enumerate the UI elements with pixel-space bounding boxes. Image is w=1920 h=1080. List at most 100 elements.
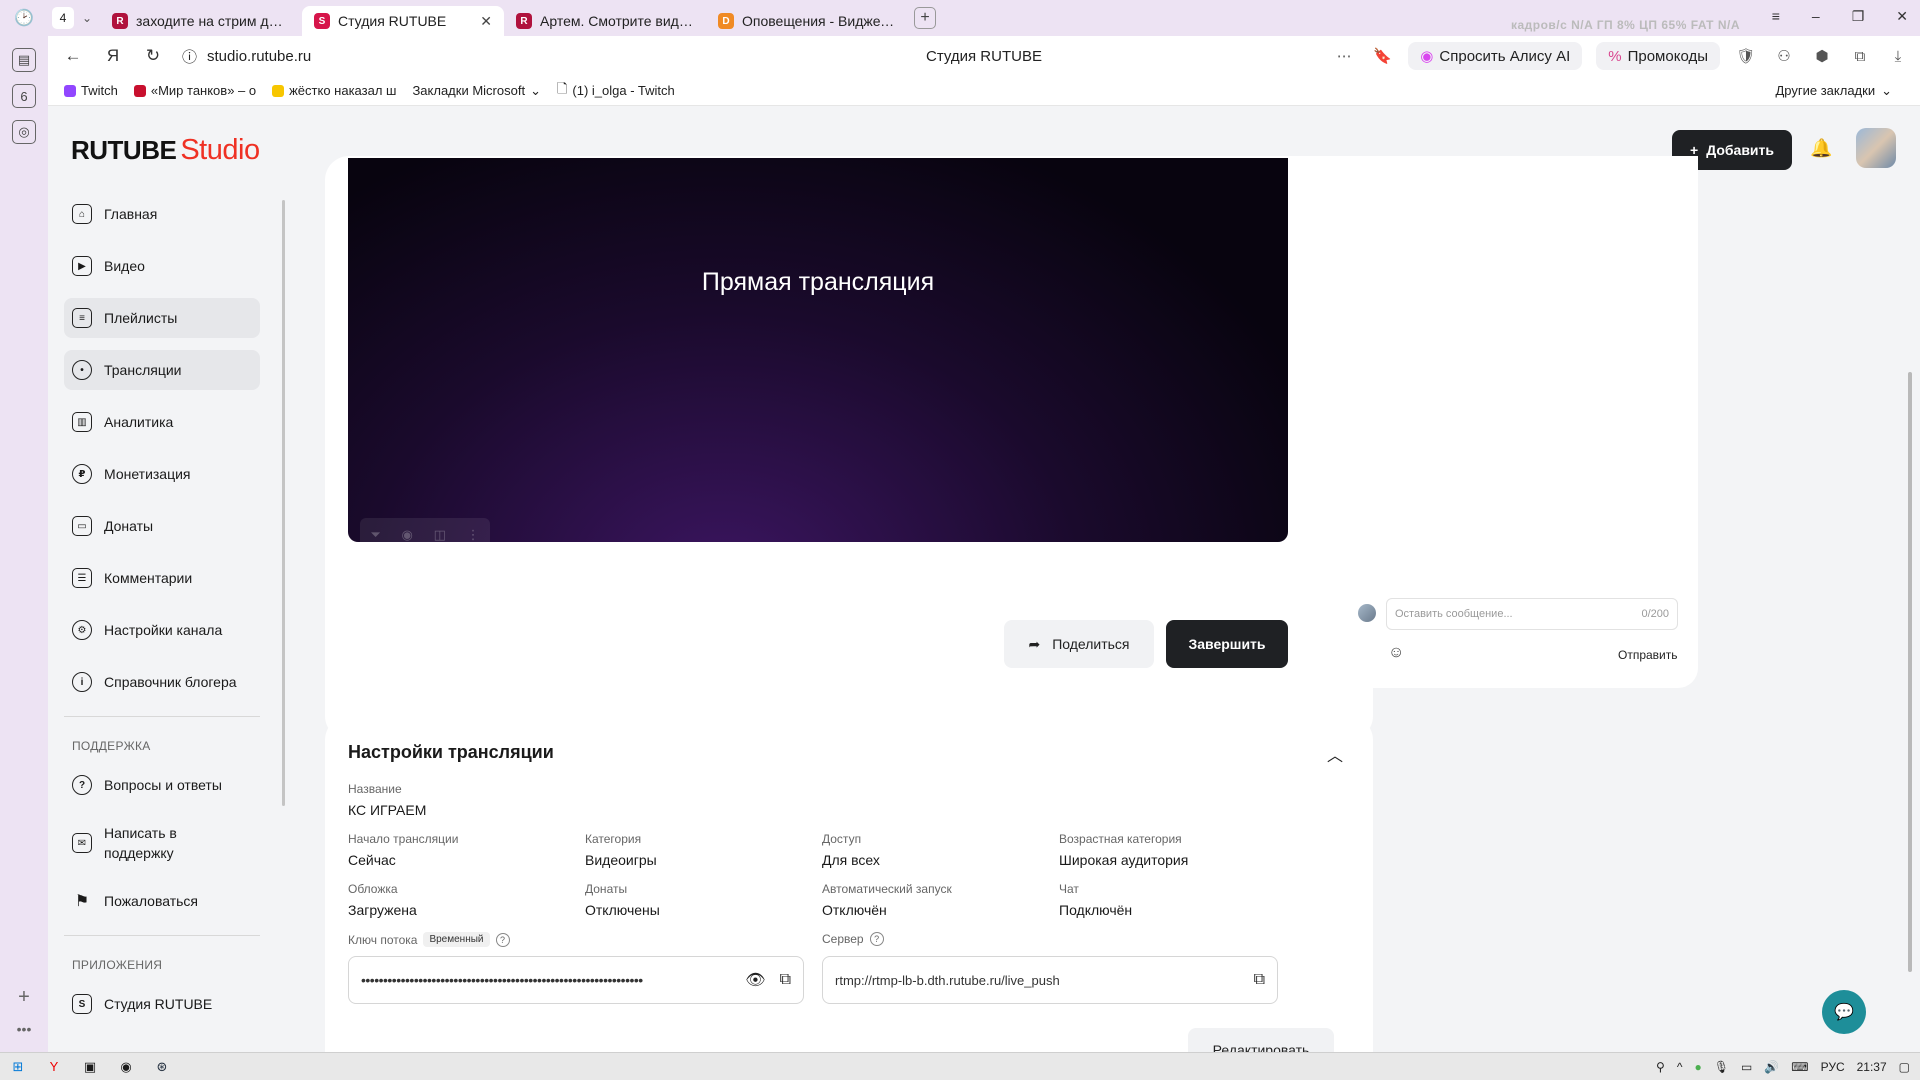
- avatar[interactable]: [1856, 128, 1896, 168]
- back-icon[interactable]: ←: [58, 46, 88, 66]
- bookmark-item[interactable]: жёстко наказал ш: [272, 83, 396, 98]
- sidebar-item-comments[interactable]: ☰ Комментарии: [64, 558, 260, 598]
- shield-icon[interactable]: 🛡: [1734, 47, 1758, 65]
- mic-icon[interactable]: 🎙: [1714, 1060, 1729, 1074]
- bookmark-item[interactable]: «Мир танков» – о: [133, 83, 256, 98]
- bell-icon[interactable]: 🔔: [1810, 138, 1832, 159]
- chat-send-button[interactable]: Отправить: [1618, 648, 1678, 662]
- browser-side-rail: ▤ 6 ◎ + •••: [0, 36, 48, 1052]
- yandex-browser-icon[interactable]: Y: [36, 1059, 72, 1074]
- rutube-studio-logo[interactable]: RUTUBE Studio: [71, 134, 260, 167]
- network-icon[interactable]: ▭: [1741, 1060, 1752, 1074]
- sidebar-item-streams[interactable]: • Трансляции: [64, 350, 260, 390]
- minimize-icon[interactable]: –: [1812, 8, 1820, 25]
- other-bookmarks[interactable]: Другие закладки ⌄: [1775, 83, 1892, 99]
- copy-icon[interactable]: ⧉: [1254, 971, 1265, 989]
- mail-icon: ✉: [72, 833, 92, 853]
- help-icon[interactable]: ?: [869, 932, 884, 946]
- collections-toolbar-icon[interactable]: ⧉: [1848, 48, 1872, 65]
- language-indicator[interactable]: РУС: [1821, 1060, 1845, 1074]
- new-tab-plus-icon[interactable]: +: [914, 7, 936, 29]
- download-icon[interactable]: ⤓: [1886, 48, 1910, 65]
- screenshot-icon[interactable]: ◎: [12, 120, 36, 144]
- sidebar-item-channel-settings[interactable]: ⚙ Настройки канала: [64, 610, 260, 650]
- keyboard-icon[interactable]: ⌨: [1791, 1060, 1808, 1074]
- chat-message-input[interactable]: Оставить сообщение... 0/200: [1386, 598, 1678, 630]
- sidebar-item-donates[interactable]: ▭ Донаты: [64, 506, 260, 546]
- sidebar-item-analytics[interactable]: ▥ Аналитика: [64, 402, 260, 442]
- edit-button[interactable]: Редактировать: [1188, 1028, 1334, 1052]
- more-dots-icon[interactable]: ⋯: [1332, 47, 1356, 65]
- field-value: КС ИГРАЕМ: [348, 802, 427, 818]
- browser-tab[interactable]: R Артем. Смотрите видео о: [504, 6, 706, 36]
- page-scrollbar[interactable]: [1908, 372, 1912, 972]
- close-icon[interactable]: ✕: [480, 13, 492, 30]
- chevron-up-icon[interactable]: ^: [1677, 1060, 1683, 1074]
- chat-card: Оставить сообщение... 0/200 ☺ Отправить: [1336, 156, 1698, 688]
- sidebar-item-monetization[interactable]: ₽ Монетизация: [64, 454, 260, 494]
- chevron-up-icon[interactable]: ︿: [1327, 742, 1343, 766]
- chat-support-fab[interactable]: 💬: [1822, 990, 1866, 1034]
- help-icon[interactable]: ?: [495, 932, 510, 947]
- collections-icon[interactable]: ▤: [12, 48, 36, 72]
- sidebar-item-playlists[interactable]: ≡ Плейлисты: [64, 298, 260, 338]
- sidebar-item-handbook[interactable]: i Справочник блогера: [64, 662, 260, 702]
- more-icon[interactable]: •••: [17, 1021, 32, 1037]
- window-controls: ≡ – ❐ ✕: [1772, 8, 1908, 25]
- camera-icon[interactable]: ◫: [434, 527, 446, 543]
- tray-app-icon[interactable]: ●: [1694, 1060, 1701, 1074]
- reload-icon[interactable]: ↻: [138, 46, 168, 66]
- bookmark-icon[interactable]: 🔖: [1370, 47, 1394, 65]
- history-icon[interactable]: 🕑: [0, 8, 48, 28]
- promocodes-label: Промокоды: [1627, 47, 1708, 65]
- browser-tab[interactable]: R заходите на стрим дота 2: [100, 6, 302, 36]
- yandex-icon[interactable]: Я: [98, 46, 128, 66]
- volume-icon[interactable]: 🔊: [1764, 1060, 1779, 1074]
- more-vertical-icon[interactable]: ⋮: [467, 527, 480, 543]
- notifications-icon[interactable]: ▢: [1899, 1060, 1910, 1074]
- share-button[interactable]: ➦ Поделиться: [1004, 620, 1154, 668]
- emoji-icon[interactable]: ☺: [1388, 644, 1404, 662]
- tab-count-badge[interactable]: 4: [52, 7, 74, 29]
- url-field[interactable]: ⓘ studio.rutube.ru: [182, 46, 311, 67]
- restore-icon[interactable]: ❐: [1852, 8, 1865, 25]
- server-field[interactable]: rtmp://rtmp-lb-b.dth.rutube.ru/live_push…: [822, 956, 1278, 1004]
- tab-title: заходите на стрим дота 2: [136, 13, 290, 29]
- sidebar-item-faq[interactable]: ? Вопросы и ответы: [64, 765, 260, 805]
- filter-icon[interactable]: ⏷: [370, 527, 380, 543]
- browser-tab[interactable]: D Оповещения - Виджеты -: [706, 6, 908, 36]
- app-icon[interactable]: ▣: [72, 1059, 108, 1075]
- share-label: Поделиться: [1052, 636, 1130, 652]
- end-stream-button[interactable]: Завершить: [1166, 620, 1288, 668]
- obs-icon[interactable]: ◉: [108, 1059, 144, 1075]
- steam-icon[interactable]: ⊛: [144, 1059, 180, 1075]
- extension-icon[interactable]: ⚇: [1772, 47, 1796, 65]
- site-info-icon[interactable]: ⓘ: [182, 46, 197, 67]
- bookmark-item[interactable]: Twitch: [64, 83, 118, 98]
- bookmark-folder[interactable]: Закладки Microsoft ⌄: [412, 83, 541, 99]
- clock[interactable]: 21:37: [1857, 1060, 1887, 1074]
- chevron-down-icon[interactable]: ⌄: [74, 11, 100, 25]
- promocodes-button[interactable]: % Промокоды: [1596, 42, 1720, 70]
- sidebar-item-home[interactable]: ⌂ Главная: [64, 194, 260, 234]
- sidebar-item-studio-app[interactable]: S Студия RUTUBE: [64, 984, 260, 1024]
- bookmark-item[interactable]: 🗋 (1) i_olga - Twitch: [557, 80, 675, 102]
- windows-start-icon[interactable]: ⊞: [0, 1059, 36, 1075]
- browser-tab-active[interactable]: S Студия RUTUBE ✕: [302, 6, 504, 36]
- extension-2-icon[interactable]: ⬢: [1810, 47, 1834, 65]
- tab-group-badge[interactable]: 6: [12, 84, 36, 108]
- stream-key-field[interactable]: ••••••••••••••••••••••••••••••••••••••••…: [348, 956, 804, 1004]
- people-icon[interactable]: ⚲: [1656, 1060, 1665, 1074]
- copy-icon[interactable]: ⧉: [780, 971, 791, 989]
- sidebar-item-write-support[interactable]: ✉ Написать в поддержку: [64, 817, 260, 869]
- sidebar-scrollbar[interactable]: [282, 200, 285, 806]
- sidebar-item-video[interactable]: ▶ Видео: [64, 246, 260, 286]
- sidebar-item-report[interactable]: ⚑ Пожаловаться: [64, 881, 260, 921]
- video-player[interactable]: Прямая трансляция ⏷ ◉ ◫ ⋮: [348, 158, 1288, 552]
- menu-icon[interactable]: ≡: [1772, 8, 1780, 25]
- eye-icon[interactable]: ◉: [402, 527, 413, 543]
- ask-alice-button[interactable]: ◉ Спросить Алису AI: [1408, 42, 1583, 70]
- close-window-icon[interactable]: ✕: [1896, 8, 1908, 25]
- eye-icon[interactable]: 👁: [745, 970, 765, 990]
- add-panel-icon[interactable]: +: [18, 986, 30, 1009]
